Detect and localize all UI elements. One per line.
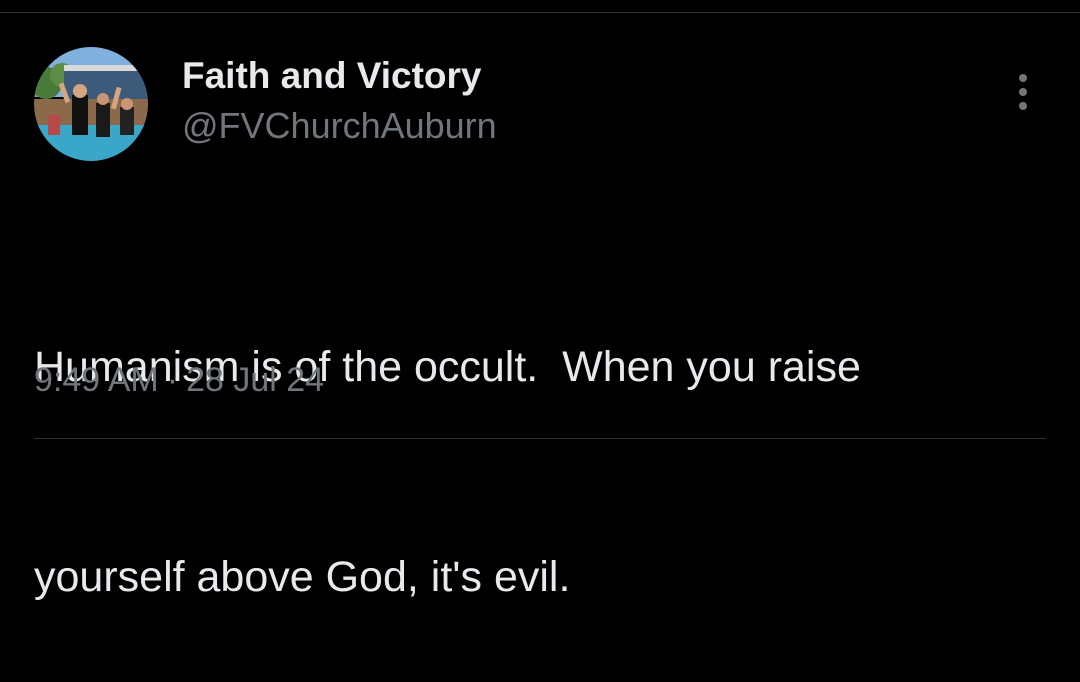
top-divider <box>0 12 1080 13</box>
tweet-date[interactable]: 28 Jul 24 <box>186 361 324 399</box>
tweet-text: Humanism is of the occult. When you rais… <box>34 192 1054 682</box>
avatar[interactable] <box>34 47 148 161</box>
bottom-divider <box>34 438 1046 439</box>
tweet-text-line-2: yourself above God, it's evil. <box>34 553 571 601</box>
tweet-meta: 9:49 AM · 28 Jul 24 <box>34 359 324 401</box>
more-options-button[interactable] <box>1006 68 1040 116</box>
vertical-ellipsis-icon <box>1019 74 1027 110</box>
author-display-name[interactable]: Faith and Victory <box>182 55 482 97</box>
meta-separator: · <box>166 361 179 399</box>
avatar-photo-icon <box>34 47 148 161</box>
tweet-time[interactable]: 9:49 AM <box>34 361 159 399</box>
author-handle[interactable]: @FVChurchAuburn <box>182 105 497 147</box>
